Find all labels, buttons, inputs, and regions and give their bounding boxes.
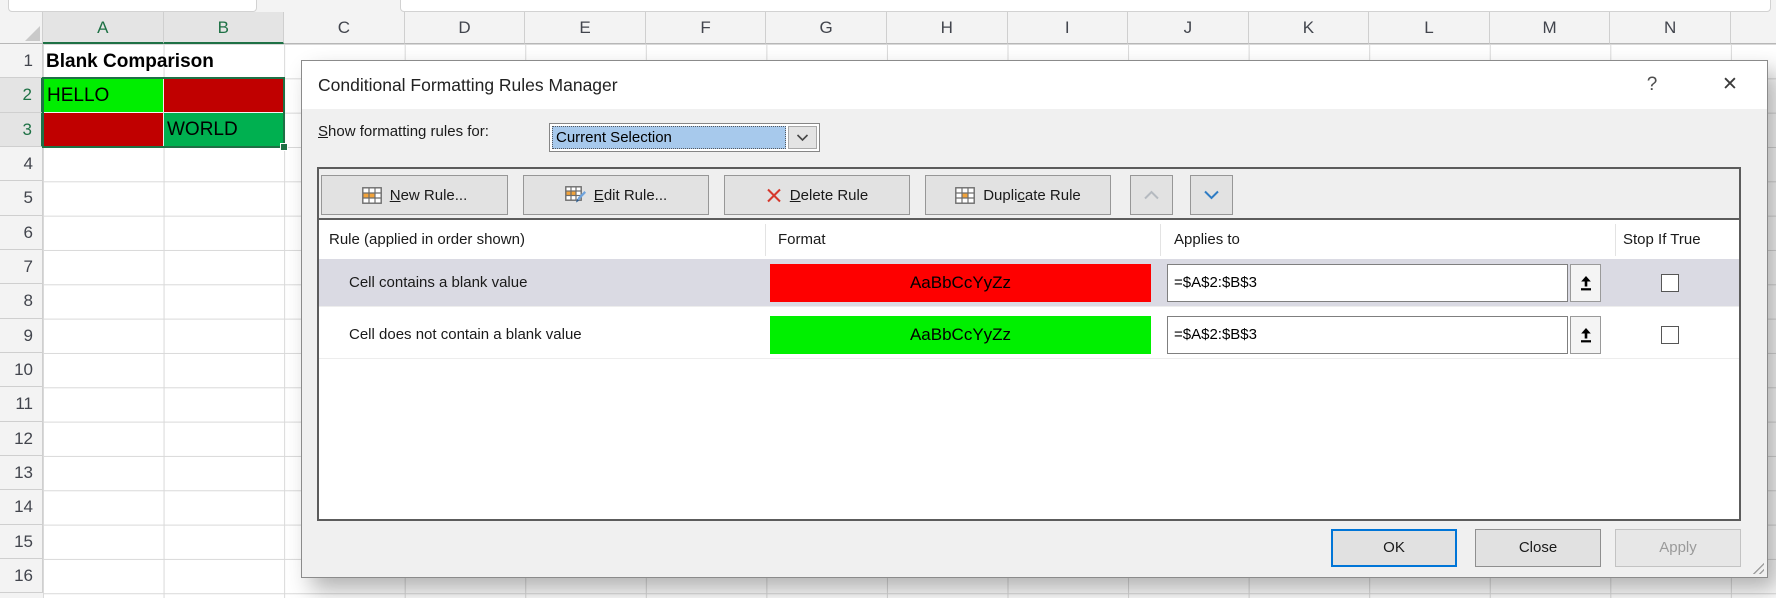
chevron-down-icon[interactable] — [788, 126, 817, 149]
row-header-7[interactable]: 7 — [0, 250, 43, 284]
collapse-dialog-arrow-icon[interactable] — [1570, 316, 1601, 354]
cell-a3-blank[interactable] — [44, 113, 163, 147]
column-header-a[interactable]: A — [43, 12, 164, 44]
column-header-j[interactable]: J — [1128, 12, 1249, 44]
cell-a2-hello[interactable]: HELLO — [44, 79, 163, 112]
select-all-corner[interactable] — [0, 12, 43, 44]
column-divider — [1160, 224, 1161, 256]
row-header-6[interactable]: 6 — [0, 216, 43, 250]
cell-b3-text: WORLD — [164, 113, 284, 146]
move-rule-up-button[interactable] — [1130, 175, 1173, 215]
row-header-2[interactable]: 2 — [0, 78, 43, 112]
help-icon[interactable]: ? — [1638, 72, 1666, 98]
column-header-d[interactable]: D — [405, 12, 526, 44]
row-header-16[interactable]: 16 — [0, 559, 43, 593]
row-header-1[interactable]: 1 — [0, 44, 43, 78]
formula-bar[interactable] — [400, 0, 1771, 12]
stop-if-true-checkbox[interactable] — [1661, 326, 1679, 344]
close-icon[interactable]: ✕ — [1710, 71, 1750, 99]
column-header-b[interactable]: B — [164, 12, 285, 44]
duplicate-rule-label: Duplicate Rule — [983, 187, 1081, 204]
rules-toolbar: New Rule... Edit Rule... Delete Rule Dup… — [319, 169, 1739, 218]
stop-if-true-checkbox[interactable] — [1661, 274, 1679, 292]
selection-fill-handle[interactable] — [280, 143, 288, 151]
column-headers: A B C D E F G H I J K L M N — [43, 12, 1776, 44]
column-header-partial[interactable] — [1731, 12, 1776, 44]
row-header-11[interactable]: 11 — [0, 387, 43, 421]
format-preview-swatch: AaBbCcYyZz — [770, 264, 1151, 302]
column-header-h[interactable]: H — [887, 12, 1008, 44]
table-pencil-icon — [565, 186, 586, 204]
format-preview-swatch: AaBbCcYyZz — [770, 316, 1151, 354]
rule-row-not-blank[interactable]: Cell does not contain a blank value AaBb… — [319, 311, 1739, 359]
column-header-e[interactable]: E — [525, 12, 646, 44]
duplicate-rule-button[interactable]: Duplicate Rule — [925, 175, 1111, 215]
cell-a1-title[interactable]: Blank Comparison — [46, 45, 326, 78]
edit-rule-button[interactable]: Edit Rule... — [523, 175, 709, 215]
column-header-k[interactable]: K — [1249, 12, 1370, 44]
rule-column-header: Rule (applied in order shown) — [329, 220, 525, 259]
new-rule-button[interactable]: New Rule... — [321, 175, 508, 215]
column-divider — [765, 224, 766, 256]
row-header-14[interactable]: 14 — [0, 490, 43, 524]
row-headers: 1 2 3 4 5 6 7 8 9 10 11 12 13 14 15 16 — [0, 44, 43, 598]
column-header-m[interactable]: M — [1490, 12, 1611, 44]
select-all-triangle — [25, 26, 40, 41]
column-header-f[interactable]: F — [646, 12, 767, 44]
column-header-c[interactable]: C — [284, 12, 405, 44]
chevron-up-icon — [1143, 190, 1160, 200]
ok-button[interactable]: OK — [1331, 529, 1457, 567]
move-rule-down-button[interactable] — [1190, 175, 1233, 215]
table-grid-icon — [362, 187, 382, 204]
row-header-13[interactable]: 13 — [0, 456, 43, 490]
row-header-5[interactable]: 5 — [0, 181, 43, 215]
rules-list: Rule (applied in order shown) Format App… — [319, 218, 1739, 519]
column-header-i[interactable]: I — [1008, 12, 1129, 44]
row-header-10[interactable]: 10 — [0, 353, 43, 387]
red-x-icon — [766, 188, 782, 203]
edit-rule-label: Edit Rule... — [594, 187, 667, 204]
delete-rule-label: Delete Rule — [790, 187, 868, 204]
collapse-dialog-arrow-icon[interactable] — [1570, 264, 1601, 302]
row-header-3[interactable]: 3 — [0, 113, 43, 147]
format-column-header: Format — [778, 220, 826, 259]
close-button[interactable]: Close — [1475, 529, 1601, 567]
formula-bar-strip — [0, 0, 1776, 12]
row-header-15[interactable]: 15 — [0, 525, 43, 559]
scope-dropdown[interactable]: Current Selection — [549, 123, 820, 152]
cell-b2-blank[interactable] — [164, 79, 284, 112]
apply-button[interactable]: Apply — [1615, 529, 1741, 567]
row-header-8[interactable]: 8 — [0, 284, 43, 318]
rule-row-blank[interactable]: Cell contains a blank value AaBbCcYyZz =… — [319, 259, 1739, 307]
rules-frame: New Rule... Edit Rule... Delete Rule Dup… — [317, 167, 1741, 521]
column-header-g[interactable]: G — [766, 12, 887, 44]
name-box[interactable] — [8, 0, 257, 12]
applies-to-input[interactable]: =$A$2:$B$3 — [1167, 264, 1568, 302]
column-header-n[interactable]: N — [1610, 12, 1731, 44]
resize-grip[interactable] — [1751, 561, 1764, 574]
dialog-titlebar[interactable]: Conditional Formatting Rules Manager ? ✕ — [302, 61, 1767, 109]
stop-if-true-column-header: Stop If True — [1623, 220, 1701, 259]
row-header-4[interactable]: 4 — [0, 147, 43, 181]
dialog-title: Conditional Formatting Rules Manager — [318, 61, 618, 109]
scope-dropdown-value: Current Selection — [552, 126, 786, 149]
rule-description: Cell does not contain a blank value — [349, 311, 582, 359]
conditional-formatting-rules-manager-dialog: Conditional Formatting Rules Manager ? ✕… — [301, 60, 1768, 578]
delete-rule-button[interactable]: Delete Rule — [724, 175, 910, 215]
new-rule-label: New Rule... — [390, 187, 468, 204]
row-header-9[interactable]: 9 — [0, 319, 43, 353]
row-header-12[interactable]: 12 — [0, 422, 43, 456]
scope-label: Show formatting rules for: — [318, 117, 489, 147]
rule-description: Cell contains a blank value — [349, 259, 527, 307]
chevron-down-icon — [1203, 190, 1220, 200]
column-divider — [1615, 224, 1616, 256]
cell-a2-text: HELLO — [44, 79, 163, 112]
column-header-l[interactable]: L — [1369, 12, 1490, 44]
applies-to-column-header: Applies to — [1174, 220, 1240, 259]
applies-to-input[interactable]: =$A$2:$B$3 — [1167, 316, 1568, 354]
table-grid-icon — [955, 187, 975, 204]
cell-b3-world[interactable]: WORLD — [164, 113, 284, 147]
